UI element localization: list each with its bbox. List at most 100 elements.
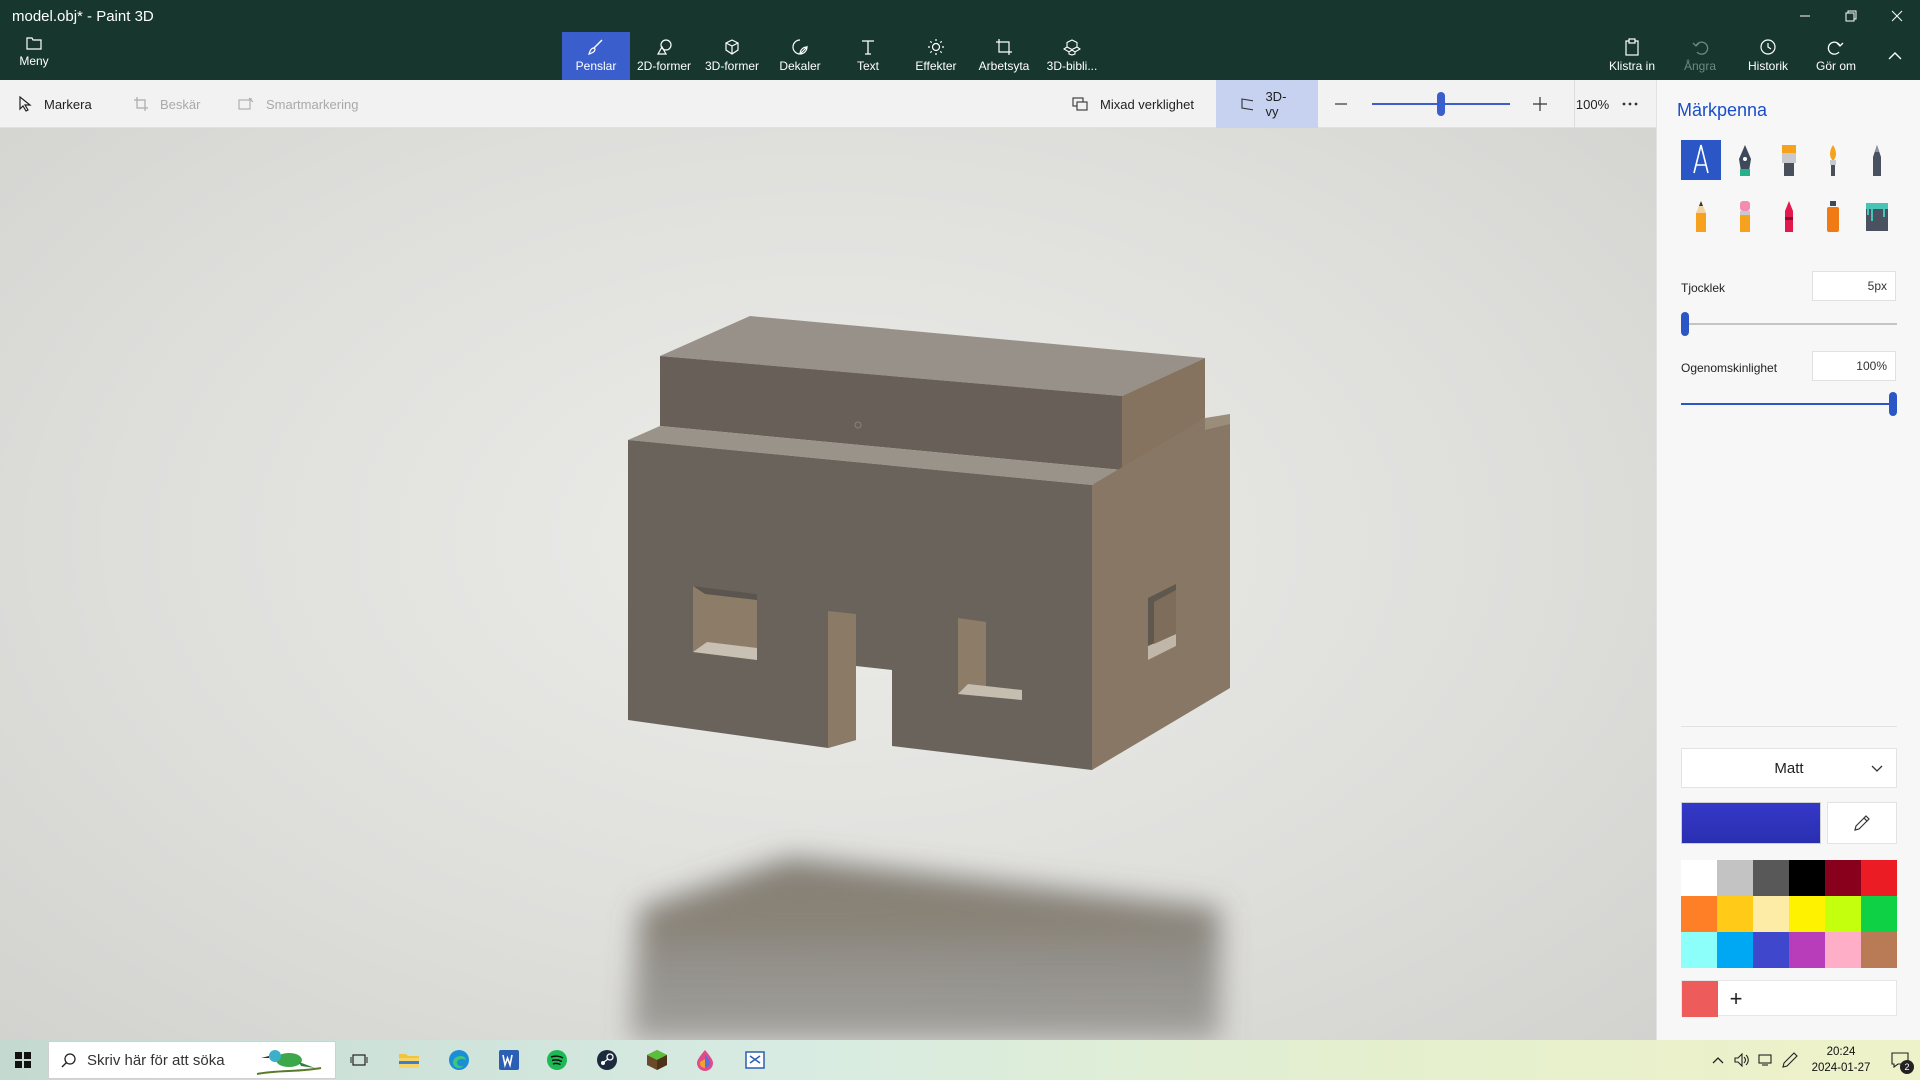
cursor-icon xyxy=(19,96,32,112)
color-swatch[interactable] xyxy=(1717,860,1753,896)
redo-button[interactable]: Gör om xyxy=(1802,32,1870,80)
tab-text[interactable]: Text xyxy=(834,32,902,80)
zoom-out-button[interactable] xyxy=(1334,80,1360,128)
start-button[interactable] xyxy=(0,1040,46,1080)
3d-canvas[interactable] xyxy=(0,128,1656,1040)
opacity-input[interactable]: 100% xyxy=(1812,351,1896,381)
snipping-tool-button[interactable] xyxy=(732,1040,778,1080)
color-palette xyxy=(1681,860,1897,968)
crop-button[interactable]: Beskär xyxy=(134,80,200,128)
pen-button[interactable] xyxy=(1778,1040,1802,1080)
fill-bucket-icon xyxy=(1866,203,1888,231)
history-button[interactable]: Historik xyxy=(1734,32,1802,80)
spray-can-brush[interactable] xyxy=(1813,196,1853,236)
notifications-button[interactable]: 2 xyxy=(1880,1040,1920,1080)
clock[interactable]: 20:24 2024-01-27 xyxy=(1802,1044,1880,1076)
secondary-toolbar: Markera Beskär Smartmarkering Mixad verk… xyxy=(0,80,1920,128)
task-view-icon xyxy=(350,1054,368,1066)
color-swatch[interactable] xyxy=(1825,896,1861,932)
opacity-slider[interactable] xyxy=(1681,392,1897,416)
network-button[interactable] xyxy=(1754,1040,1778,1080)
color-swatch[interactable] xyxy=(1753,932,1789,968)
color-swatch[interactable] xyxy=(1681,896,1717,932)
color-swatch[interactable] xyxy=(1717,896,1753,932)
tab-label: Effekter xyxy=(915,59,957,73)
restore-button[interactable] xyxy=(1828,0,1874,32)
current-color-swatch[interactable] xyxy=(1681,802,1821,844)
custom-color-swatch[interactable] xyxy=(1682,981,1718,1017)
zoom-in-button[interactable] xyxy=(1532,80,1560,128)
show-hidden-icons-button[interactable] xyxy=(1706,1040,1730,1080)
taskbar-search[interactable]: Skriv här för att söka xyxy=(48,1041,336,1079)
marker-brush[interactable] xyxy=(1681,140,1721,180)
close-button[interactable] xyxy=(1874,0,1920,32)
select-button[interactable]: Markera xyxy=(18,80,92,128)
color-swatch[interactable] xyxy=(1717,932,1753,968)
color-swatch[interactable] xyxy=(1861,932,1897,968)
tab-3d-shapes[interactable]: 3D-former xyxy=(698,32,766,80)
tab-label: Arbetsyta xyxy=(978,59,1030,73)
pixel-pen-brush[interactable] xyxy=(1857,140,1897,180)
color-swatch[interactable] xyxy=(1789,896,1825,932)
oil-brush[interactable] xyxy=(1769,140,1809,180)
color-swatch[interactable] xyxy=(1789,932,1825,968)
color-swatch[interactable] xyxy=(1825,860,1861,896)
tab-label: Text xyxy=(856,59,879,73)
minimize-button[interactable] xyxy=(1782,0,1828,32)
thickness-slider-thumb[interactable] xyxy=(1681,312,1690,336)
zoom-slider-thumb[interactable] xyxy=(1437,92,1445,116)
tab-3d-library[interactable]: 3D-bibli... xyxy=(1038,32,1106,80)
eyedropper-button[interactable] xyxy=(1827,802,1897,844)
volume-button[interactable] xyxy=(1730,1040,1754,1080)
3d-model[interactable] xyxy=(628,316,1230,770)
collapse-ribbon-button[interactable] xyxy=(1870,32,1920,80)
color-swatch[interactable] xyxy=(1861,860,1897,896)
file-explorer-button[interactable] xyxy=(386,1040,432,1080)
tab-stickers[interactable]: Dekaler xyxy=(766,32,834,80)
calligraphy-pen-brush[interactable] xyxy=(1725,140,1765,180)
spotify-button[interactable] xyxy=(534,1040,580,1080)
steam-button[interactable] xyxy=(584,1040,630,1080)
fill-bucket-brush[interactable] xyxy=(1857,196,1897,236)
thickness-slider[interactable] xyxy=(1681,312,1897,336)
undo-button[interactable]: Ångra xyxy=(1666,32,1734,80)
tab-2d-shapes[interactable]: 2D-former xyxy=(630,32,698,80)
edge-browser-button[interactable] xyxy=(436,1040,482,1080)
opacity-slider-thumb[interactable] xyxy=(1889,392,1897,416)
word-button[interactable] xyxy=(486,1040,532,1080)
view-3d-button[interactable]: 3D-vy xyxy=(1216,80,1318,128)
mixed-reality-icon xyxy=(1072,97,1088,111)
pencil-brush[interactable] xyxy=(1681,196,1721,236)
color-swatch[interactable] xyxy=(1825,932,1861,968)
color-swatch[interactable] xyxy=(1789,860,1825,896)
finish-dropdown[interactable]: Matt xyxy=(1681,748,1897,788)
brush-icon xyxy=(588,39,603,55)
tab-canvas[interactable]: Arbetsyta xyxy=(970,32,1038,80)
mixed-reality-button[interactable]: Mixad verklighet xyxy=(1072,80,1194,128)
tab-effects[interactable]: Effekter xyxy=(902,32,970,80)
magic-select-button[interactable]: Smartmarkering xyxy=(238,80,358,128)
color-swatch[interactable] xyxy=(1681,932,1717,968)
undo-icon xyxy=(1692,41,1709,55)
calligraphy-pen-icon xyxy=(1739,145,1751,176)
crayon-brush[interactable] xyxy=(1769,196,1809,236)
chevron-up-icon xyxy=(1888,52,1902,60)
paint-3d-button[interactable] xyxy=(682,1040,728,1080)
eraser-brush[interactable] xyxy=(1725,196,1765,236)
thickness-input[interactable]: 5px xyxy=(1812,271,1896,301)
minecraft-button[interactable] xyxy=(634,1040,680,1080)
color-swatch[interactable] xyxy=(1753,896,1789,932)
file-explorer-icon xyxy=(399,1054,419,1068)
color-swatch[interactable] xyxy=(1861,896,1897,932)
add-color-button[interactable]: + xyxy=(1718,981,1754,1017)
paste-button[interactable]: Klistra in xyxy=(1598,32,1666,80)
magic-select-icon xyxy=(238,97,254,110)
color-swatch[interactable] xyxy=(1681,860,1717,896)
task-view-button[interactable] xyxy=(336,1040,382,1080)
color-swatch[interactable] xyxy=(1753,860,1789,896)
watercolor-brush[interactable] xyxy=(1813,140,1853,180)
tab-brushes[interactable]: Penslar xyxy=(562,32,630,80)
more-options-button[interactable] xyxy=(1622,80,1650,128)
zoom-percent[interactable]: 100% xyxy=(1574,80,1610,128)
menu-button[interactable]: Meny xyxy=(12,36,56,76)
